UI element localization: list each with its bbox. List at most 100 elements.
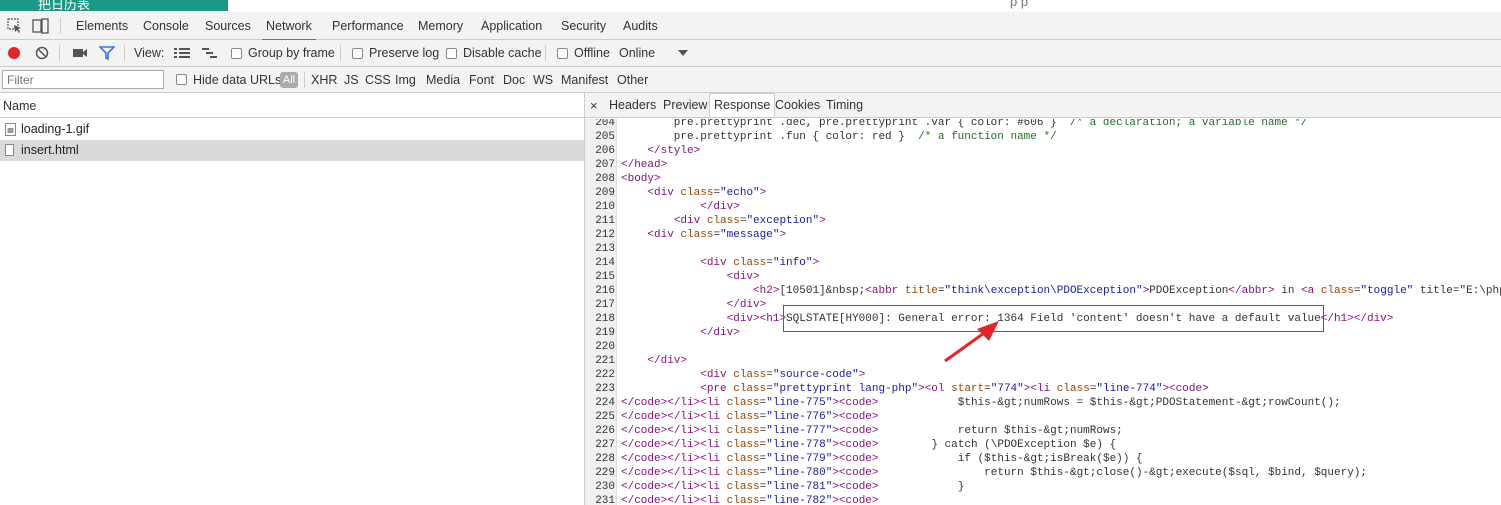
tab-network[interactable]: Network — [262, 12, 316, 41]
line-text: <div class="echo"> — [647, 187, 767, 199]
code-line: 216 <h2>[10501]&nbsp;<abbr title="think\… — [585, 284, 1501, 298]
document-file-icon — [5, 144, 14, 156]
filter-css[interactable]: CSS — [365, 73, 391, 87]
line-text: </code></li><li class="line-778"><code> … — [621, 439, 1117, 451]
response-source-view[interactable]: 204 pre.prettyprint .dec, pre.prettyprin… — [585, 119, 1501, 505]
line-number: 212 — [595, 229, 615, 241]
tab-sources[interactable]: Sources — [205, 12, 251, 39]
filter-xhr[interactable]: XHR — [311, 73, 337, 87]
code-line: 211 <div class="exception"> — [585, 214, 1501, 228]
line-number: 205 — [595, 131, 615, 143]
filter-manifest[interactable]: Manifest — [561, 73, 608, 87]
line-text: <pre class="prettyprint lang-php"><ol st… — [700, 383, 1209, 395]
line-number: 217 — [595, 299, 615, 311]
record-icon[interactable] — [7, 46, 21, 60]
toolbar-divider — [340, 45, 341, 61]
network-toolbar: View: Group by frame Preserve log Disabl… — [0, 40, 1501, 67]
tab-headers[interactable]: Headers — [609, 93, 656, 117]
line-number: 211 — [595, 215, 615, 227]
offline-checkbox[interactable] — [557, 48, 568, 59]
filter-input[interactable] — [2, 70, 164, 89]
tab-application[interactable]: Application — [481, 12, 542, 39]
group-by-frame-checkbox[interactable] — [231, 48, 242, 59]
tab-cookies[interactable]: Cookies — [775, 93, 820, 117]
tab-elements[interactable]: Elements — [76, 12, 128, 39]
inspect-element-icon[interactable] — [7, 18, 23, 34]
toolbar-divider — [59, 45, 60, 61]
line-number: 207 — [595, 159, 615, 171]
line-number: 214 — [595, 257, 615, 269]
code-line: 208 <body> — [585, 172, 1501, 186]
line-text: </code></li><li class="line-779"><code> … — [621, 453, 1143, 465]
throttling-dropdown-icon[interactable] — [678, 50, 688, 58]
line-number: 227 — [595, 439, 615, 451]
line-text: pre.prettyprint .dec, pre.prettyprint .v… — [621, 119, 1308, 129]
line-text: <h2>[10501]&nbsp;<abbr title="think\exce… — [753, 285, 1501, 297]
line-text: </div> — [700, 327, 740, 339]
code-line: 213 — [585, 242, 1501, 256]
tab-performance[interactable]: Performance — [332, 12, 404, 39]
code-line: 228 </code></li><li class="line-779"><cod… — [585, 452, 1501, 466]
filter-ws[interactable]: WS — [533, 73, 553, 87]
line-number: 228 — [595, 453, 615, 465]
line-text: </div> — [726, 299, 767, 311]
filter-divider — [304, 72, 305, 88]
line-text: </div> — [647, 355, 688, 367]
filter-img[interactable]: Img — [395, 73, 416, 87]
filter-other[interactable]: Other — [617, 73, 648, 87]
request-detail-pane: × Headers Preview Response Cookies Timin… — [585, 93, 1501, 505]
name-column-label: Name — [3, 99, 37, 113]
code-line: 229 </code></li><li class="line-780"><cod… — [585, 466, 1501, 480]
tab-security[interactable]: Security — [561, 12, 606, 39]
line-text: <div> — [726, 271, 760, 283]
line-number: 216 — [595, 285, 615, 297]
line-number: 209 — [595, 187, 615, 199]
line-number: 204 — [595, 119, 615, 129]
line-number: 226 — [595, 425, 615, 437]
line-text: </code></li><li class="line-781"><code> … — [621, 481, 965, 493]
filter-font[interactable]: Font — [469, 73, 494, 87]
line-number: 221 — [595, 355, 615, 367]
filter-js[interactable]: JS — [344, 73, 359, 87]
disable-cache-label: Disable cache — [463, 46, 542, 60]
hide-data-urls-checkbox[interactable] — [176, 74, 187, 85]
throttling-select[interactable]: Online — [619, 46, 655, 60]
filter-funnel-icon[interactable] — [99, 46, 115, 60]
preserve-log-checkbox[interactable] — [352, 48, 363, 59]
filter-all-button[interactable]: All — [280, 72, 298, 88]
request-row[interactable]: loading-1.gif — [0, 119, 584, 140]
toolbar-divider — [545, 45, 546, 61]
tab-timing[interactable]: Timing — [826, 93, 863, 117]
line-text: </head> — [621, 159, 668, 171]
request-list: Name loading-1.gif insert.html — [0, 93, 585, 505]
title-text: 把日历表 — [38, 0, 91, 11]
line-text: <body> — [621, 173, 661, 185]
browser-title-strip: 把日历表 p p — [0, 0, 1501, 12]
name-column-header[interactable]: Name — [0, 93, 584, 118]
line-number: 218 — [595, 313, 615, 325]
waterfall-overview-icon[interactable] — [202, 47, 218, 59]
close-detail-icon[interactable]: × — [590, 93, 598, 117]
title-tab[interactable]: 把日历表 — [0, 0, 228, 11]
code-line: 214 <div class="info"> — [585, 256, 1501, 270]
line-text: </code></li><li class="line-782"><code> — [621, 495, 879, 505]
request-row-selected[interactable]: insert.html — [0, 140, 584, 161]
tab-preview[interactable]: Preview — [663, 93, 707, 117]
disable-cache-checkbox[interactable] — [446, 48, 457, 59]
tab-console[interactable]: Console — [143, 12, 189, 39]
clear-icon[interactable] — [35, 46, 49, 60]
screenshot-camera-icon[interactable] — [72, 47, 88, 59]
tab-memory[interactable]: Memory — [418, 12, 463, 39]
filter-bar: Hide data URLs All XHR JS CSS Img Media … — [0, 67, 1501, 93]
tab-response[interactable]: Response — [709, 93, 776, 117]
device-toolbar-icon[interactable] — [32, 18, 50, 34]
hide-data-urls-label: Hide data URLs — [193, 73, 282, 87]
line-number: 222 — [595, 369, 615, 381]
tab-audits[interactable]: Audits — [623, 12, 658, 39]
line-number: 206 — [595, 145, 615, 157]
line-text: </code></li><li class="line-777"><code> … — [621, 425, 1123, 437]
filter-media[interactable]: Media — [426, 73, 460, 87]
line-number: 220 — [595, 341, 615, 353]
filter-doc[interactable]: Doc — [503, 73, 525, 87]
large-rows-icon[interactable] — [174, 47, 190, 59]
